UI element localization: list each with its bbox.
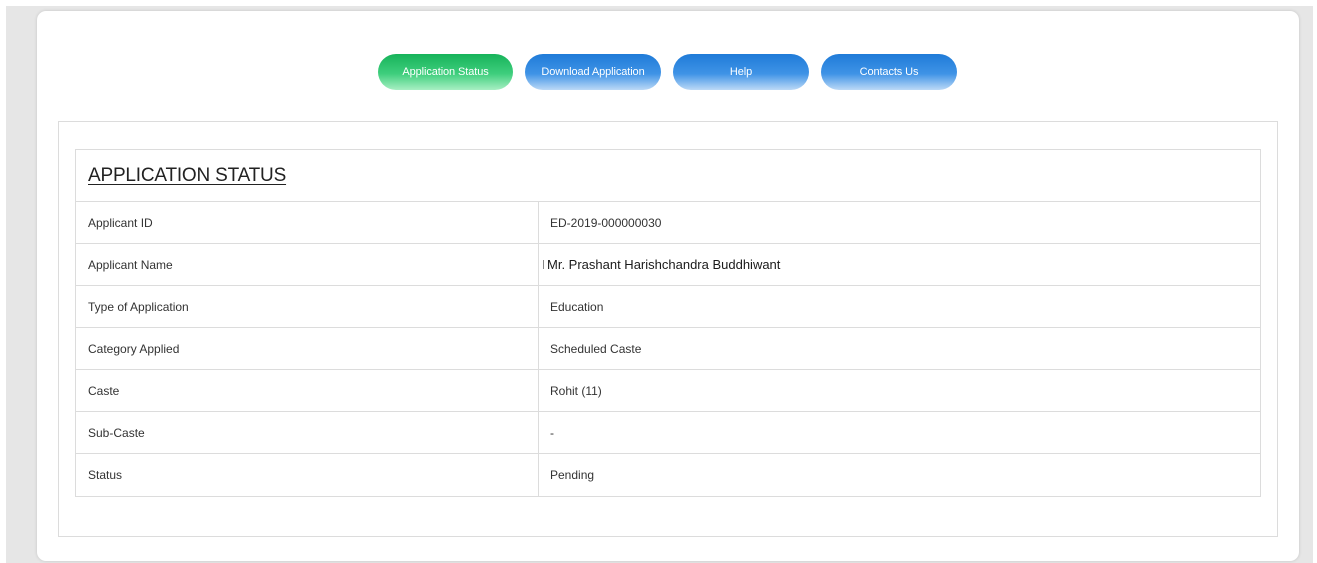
table-row-status: Status Pending: [76, 454, 1260, 496]
applicant-id-value: ED-2019-000000030: [550, 215, 662, 230]
caste-label: Caste: [76, 370, 539, 411]
caste-value: Rohit (11): [550, 383, 602, 398]
table-row-category: Category Applied Scheduled Caste: [76, 328, 1260, 370]
top-nav: Application Status Download Application …: [378, 54, 957, 90]
table-row-application-type: Type of Application Education: [76, 286, 1260, 328]
application-type-label: Type of Application: [76, 286, 539, 327]
main-card: Application Status Download Application …: [37, 11, 1299, 561]
help-button[interactable]: Help: [673, 54, 809, 90]
applicant-name-value: Mr. Prashant Harishchandra Buddhiwant: [547, 257, 781, 272]
download-application-button[interactable]: Download Application: [525, 54, 661, 90]
contacts-us-button[interactable]: Contacts Us: [821, 54, 957, 90]
application-type-value: Education: [550, 299, 604, 314]
applicant-id-label: Applicant ID: [76, 202, 539, 243]
sub-caste-value: -: [550, 425, 554, 440]
status-value: Pending: [550, 468, 595, 482]
status-label: Status: [76, 454, 539, 496]
table-title-row: APPLICATION STATUS: [76, 150, 1260, 202]
sub-caste-label: Sub-Caste: [76, 412, 539, 453]
table-row-applicant-id: Applicant ID ED-2019-000000030: [76, 202, 1260, 244]
status-panel: APPLICATION STATUS Applicant ID ED-2019-…: [58, 121, 1278, 537]
page-title: APPLICATION STATUS: [88, 164, 287, 186]
application-status-table: APPLICATION STATUS Applicant ID ED-2019-…: [75, 149, 1261, 497]
table-row-applicant-name: Applicant Name Mr. Prashant Harishchandr…: [76, 244, 1260, 286]
applicant-name-label: Applicant Name: [76, 244, 539, 285]
category-label: Category Applied: [76, 328, 539, 369]
applicant-name-cell: Mr. Prashant Harishchandra Buddhiwant: [539, 244, 1260, 285]
page-background: Application Status Download Application …: [6, 6, 1313, 563]
table-row-caste: Caste Rohit (11): [76, 370, 1260, 412]
text-cursor-mark: [543, 260, 544, 269]
table-row-sub-caste: Sub-Caste -: [76, 412, 1260, 454]
category-value: Scheduled Caste: [550, 341, 642, 356]
application-status-button[interactable]: Application Status: [378, 54, 513, 90]
